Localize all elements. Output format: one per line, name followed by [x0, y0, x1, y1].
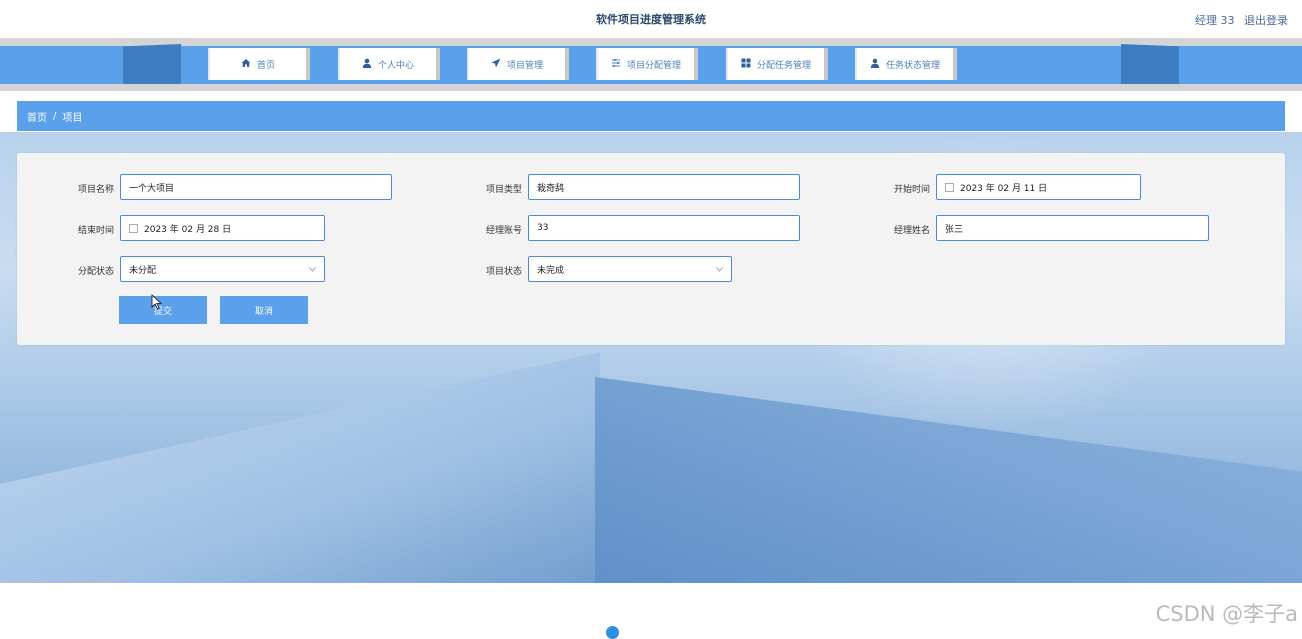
breadcrumb-current: 项目	[62, 112, 83, 124]
nav-label-project-management: 项目管理	[506, 60, 543, 71]
start-time-label: 开始时间	[893, 185, 930, 195]
assign-status-value: 未分配	[129, 265, 157, 276]
project-status-select[interactable]: 未完成	[528, 256, 732, 282]
chevron-down-icon	[309, 265, 316, 274]
nav-item-project-assignment[interactable]: 项目分配管理	[596, 48, 698, 80]
project-name-label: 项目名称	[77, 185, 114, 195]
breadcrumb-separator: /	[53, 110, 57, 122]
nav-item-task-status[interactable]: 任务状态管理	[855, 48, 957, 80]
mouse-cursor-icon	[151, 294, 163, 310]
project-status-value: 未完成	[537, 265, 565, 276]
nav-item-home[interactable]: 首页	[208, 48, 310, 80]
user-area: 经理 33 退出登录	[1189, 12, 1288, 28]
nav-item-project-management[interactable]: 项目管理	[467, 48, 569, 80]
end-time-value: 2023 年 02 月 28 日	[144, 224, 232, 235]
project-type-input[interactable]: 栽奇鸹	[528, 174, 800, 200]
project-status-label: 项目状态	[485, 267, 522, 277]
calendar-icon	[945, 182, 954, 192]
end-time-picker[interactable]: 2023 年 02 月 28 日	[120, 215, 325, 241]
assign-status-label: 分配状态	[77, 267, 114, 277]
assign-status-select[interactable]: 未分配	[120, 256, 325, 282]
nav-item-task-assignment[interactable]: 分配任务管理	[726, 48, 828, 80]
end-time-label: 结束时间	[77, 226, 114, 236]
user-label: 经理 33	[1195, 14, 1235, 27]
nav-item-personal-center[interactable]: 个人中心	[338, 48, 440, 80]
cancel-button[interactable]: 取消	[220, 296, 308, 324]
send-icon	[491, 58, 501, 71]
sliders-icon	[611, 58, 621, 71]
nav-decoration-right	[1121, 44, 1179, 84]
breadcrumb-home[interactable]: 首页	[27, 109, 47, 124]
top-header: 软件项目进度管理系统 经理 33 退出登录	[0, 0, 1302, 38]
nav-label-task-status: 任务状态管理	[885, 60, 940, 71]
project-form: 项目名称 一个大项目 项目类型 栽奇鸹 开始时间 2023 年 02 月 11 …	[17, 153, 1285, 345]
project-name-input[interactable]: 一个大项目	[120, 174, 392, 200]
start-time-value: 2023 年 02 月 11 日	[960, 183, 1048, 194]
nav-label-project-assignment: 项目分配管理	[626, 60, 681, 71]
manager-account-value: 33	[537, 223, 549, 233]
nav-label-home: 首页	[256, 60, 275, 71]
breadcrumb: 首页 / 项目	[17, 101, 1285, 131]
nav-label-task-assignment: 分配任务管理	[756, 60, 811, 71]
chevron-down-icon	[716, 265, 723, 274]
nav-top-border	[0, 38, 1302, 46]
project-name-value: 一个大项目	[129, 183, 175, 194]
start-time-picker[interactable]: 2023 年 02 月 11 日	[936, 174, 1141, 200]
logout-link[interactable]: 退出登录	[1244, 14, 1288, 27]
user-icon	[870, 58, 880, 71]
grid-icon	[741, 58, 751, 71]
nav-bottom-border	[0, 84, 1302, 91]
calendar-icon	[129, 223, 138, 233]
manager-name-value: 张三	[945, 224, 964, 235]
project-type-value: 栽奇鸹	[537, 183, 565, 194]
manager-name-input[interactable]: 张三	[936, 215, 1209, 241]
nav-decoration-left	[123, 44, 181, 84]
home-icon	[241, 58, 251, 71]
manager-name-label: 经理姓名	[893, 226, 930, 236]
manager-account-label: 经理账号	[485, 226, 522, 236]
watermark: CSDN @李子a	[1155, 602, 1298, 626]
submit-button[interactable]: 提交	[119, 296, 207, 324]
project-type-label: 项目类型	[485, 185, 522, 195]
nav-label-personal-center: 个人中心	[377, 60, 414, 71]
app-title: 软件项目进度管理系统	[596, 13, 706, 26]
user-icon	[362, 58, 372, 71]
background-wall-left	[0, 352, 600, 583]
manager-account-input[interactable]: 33	[528, 215, 800, 241]
